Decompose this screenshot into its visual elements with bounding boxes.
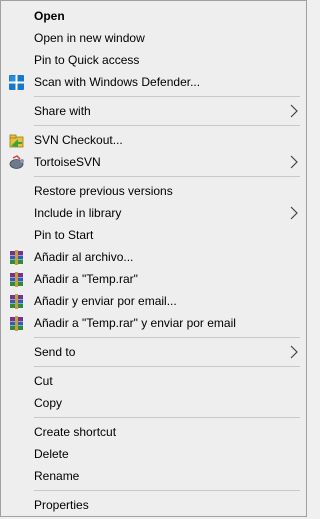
- menu-item-label: Share with: [34, 104, 91, 118]
- menu-item-winrar-add-archive[interactable]: Añadir al archivo...: [1, 246, 306, 268]
- menu-item-label: Rename: [34, 469, 80, 483]
- menu-item-restore-versions[interactable]: Restore previous versions: [1, 180, 306, 202]
- menu-item-open-new-window[interactable]: Open in new window: [1, 27, 306, 49]
- menu-separator: [34, 417, 300, 418]
- menu-item-label: Delete: [34, 447, 69, 461]
- menu-item-open[interactable]: Open: [1, 5, 306, 27]
- menu-item-share-with[interactable]: Share with: [1, 100, 306, 122]
- windows-defender-shield-icon: [9, 75, 24, 90]
- menu-item-svn-checkout[interactable]: SVN Checkout...: [1, 129, 306, 151]
- menu-item-label: Añadir al archivo...: [34, 250, 134, 264]
- menu-separator: [34, 366, 300, 367]
- winrar-icon: [10, 250, 23, 265]
- winrar-icon: [10, 316, 23, 331]
- chevron-right-icon: [290, 206, 298, 220]
- menu-separator: [34, 96, 300, 97]
- menu-separator: [34, 176, 300, 177]
- menu-item-label: Include in library: [34, 206, 122, 220]
- svn-checkout-icon: [9, 134, 24, 148]
- menu-item-winrar-add-temp-email[interactable]: Añadir a "Temp.rar" y enviar por email: [1, 312, 306, 334]
- menu-item-label: SVN Checkout...: [34, 133, 123, 147]
- menu-item-label: Copy: [34, 396, 63, 410]
- tortoisesvn-icon: [9, 155, 24, 169]
- menu-item-label: Restore previous versions: [34, 184, 173, 198]
- chevron-right-icon: [290, 155, 298, 169]
- menu-item-label: Properties: [34, 498, 89, 512]
- menu-separator: [34, 125, 300, 126]
- menu-item-label: Create shortcut: [34, 425, 117, 439]
- menu-item-winrar-add-email[interactable]: Añadir y enviar por email...: [1, 290, 306, 312]
- context-menu: Open Open in new window Pin to Quick acc…: [0, 0, 307, 517]
- menu-item-label: Pin to Start: [34, 228, 94, 242]
- menu-item-rename[interactable]: Rename: [1, 465, 306, 487]
- menu-separator: [34, 490, 300, 491]
- menu-item-pin-quick-access[interactable]: Pin to Quick access: [1, 49, 306, 71]
- menu-item-label: Añadir y enviar por email...: [34, 294, 177, 308]
- menu-item-label: Open: [34, 9, 65, 23]
- menu-item-label: Open in new window: [34, 31, 145, 45]
- menu-item-label: TortoiseSVN: [34, 155, 101, 169]
- menu-item-cut[interactable]: Cut: [1, 370, 306, 392]
- menu-item-scan-defender[interactable]: Scan with Windows Defender...: [1, 71, 306, 93]
- menu-item-delete[interactable]: Delete: [1, 443, 306, 465]
- winrar-icon: [10, 294, 23, 309]
- chevron-right-icon: [290, 345, 298, 359]
- menu-item-label: Send to: [34, 345, 76, 359]
- menu-item-create-shortcut[interactable]: Create shortcut: [1, 421, 306, 443]
- menu-item-properties[interactable]: Properties: [1, 494, 306, 516]
- menu-separator: [34, 337, 300, 338]
- menu-item-label: Añadir a "Temp.rar": [34, 272, 138, 286]
- menu-item-label: Cut: [34, 374, 53, 388]
- chevron-right-icon: [290, 104, 298, 118]
- menu-item-copy[interactable]: Copy: [1, 392, 306, 414]
- winrar-icon: [10, 272, 23, 287]
- menu-item-send-to[interactable]: Send to: [1, 341, 306, 363]
- menu-item-label: Pin to Quick access: [34, 53, 140, 67]
- menu-item-winrar-add-temp[interactable]: Añadir a "Temp.rar": [1, 268, 306, 290]
- menu-item-label: Añadir a "Temp.rar" y enviar por email: [34, 316, 236, 330]
- menu-item-include-library[interactable]: Include in library: [1, 202, 306, 224]
- menu-item-label: Scan with Windows Defender...: [34, 75, 201, 89]
- menu-item-tortoisesvn[interactable]: TortoiseSVN: [1, 151, 306, 173]
- menu-item-pin-start[interactable]: Pin to Start: [1, 224, 306, 246]
